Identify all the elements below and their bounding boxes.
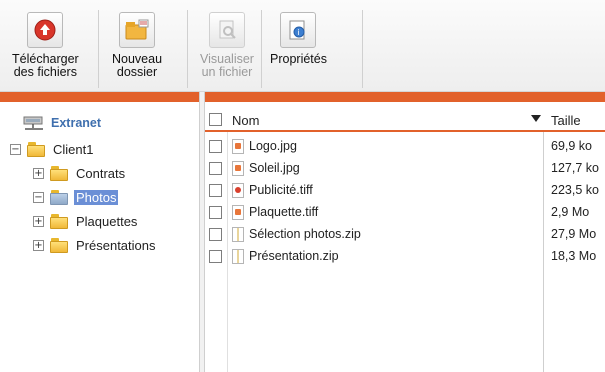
table-row[interactable]: Plaquette.tiff 2,9 Mo [205, 202, 605, 224]
select-all-checkbox[interactable] [209, 113, 222, 126]
file-size: 18,3 Mo [551, 249, 597, 263]
file-name: Soleil.jpg [249, 161, 300, 175]
tree-item-photos[interactable]: − Photos [33, 190, 119, 205]
image-file-icon [232, 161, 244, 176]
table-row[interactable]: Logo.jpg 69,9 ko [205, 136, 605, 158]
properties-button[interactable]: i Propriétés [270, 12, 327, 66]
row-checkbox[interactable] [209, 250, 222, 263]
view-file-button[interactable]: Visualiser un fichier [200, 12, 254, 79]
tree-root-extranet[interactable]: Extranet [22, 114, 101, 132]
tree-item-plaquettes[interactable]: + Plaquettes [33, 214, 139, 229]
network-icon [23, 116, 43, 130]
accent-bar [0, 92, 605, 102]
file-list: Nom Taille Logo.jpg 69,9 ko Soleil.jpg 1… [205, 102, 605, 372]
tree-item-client1[interactable]: − Client1 [10, 142, 95, 157]
file-name: Plaquette.tiff [249, 205, 319, 219]
toolbar-separator [187, 10, 188, 88]
file-name: Logo.jpg [249, 139, 297, 153]
upload-icon [27, 12, 64, 48]
expand-toggle[interactable]: + [33, 216, 44, 227]
file-size: 223,5 ko [551, 183, 599, 197]
collapse-toggle[interactable]: − [10, 144, 21, 155]
folder-icon [50, 238, 68, 253]
table-row[interactable]: Présentation.zip 18,3 Mo [205, 246, 605, 268]
tree-root-label: Extranet [51, 116, 102, 130]
folder-tree: Extranet − Client1 + Contrats − Photos +… [0, 102, 200, 372]
row-checkbox[interactable] [209, 228, 222, 241]
file-size: 127,7 ko [551, 161, 599, 175]
new-folder-label: Nouveau dossier [112, 52, 163, 79]
table-row[interactable]: Soleil.jpg 127,7 ko [205, 158, 605, 180]
sort-descending-icon[interactable] [531, 115, 541, 122]
properties-label: Propriétés [270, 52, 327, 66]
zip-file-icon [232, 249, 244, 264]
zip-file-icon [232, 227, 244, 242]
upload-files-label: Télécharger des fichiers [12, 52, 79, 79]
column-header-name[interactable]: Nom [232, 113, 259, 128]
toolbar-separator [98, 10, 99, 88]
toolbar-separator [261, 10, 262, 88]
expand-toggle[interactable]: + [33, 168, 44, 179]
new-folder-icon [119, 12, 156, 48]
file-size: 69,9 ko [551, 139, 593, 153]
tree-item-label: Présentations [76, 238, 156, 253]
upload-files-button[interactable]: Télécharger des fichiers [12, 12, 79, 79]
row-checkbox[interactable] [209, 140, 222, 153]
tree-item-label: Plaquettes [76, 214, 138, 229]
tree-item-contrats[interactable]: + Contrats [33, 166, 127, 181]
new-folder-button[interactable]: Nouveau dossier [112, 12, 162, 79]
svg-text:i: i [298, 28, 300, 37]
open-folder-icon [50, 190, 68, 205]
row-checkbox[interactable] [209, 206, 222, 219]
view-file-label: Visualiser un fichier [200, 52, 254, 79]
tiff-file-icon [232, 183, 244, 198]
tree-item-label: Client1 [53, 142, 94, 157]
tiff-file-icon [232, 205, 244, 220]
file-size: 27,9 Mo [551, 227, 597, 241]
row-checkbox[interactable] [209, 184, 222, 197]
folder-icon [27, 142, 45, 157]
view-file-icon [208, 12, 245, 48]
table-row[interactable]: Sélection photos.zip 27,9 Mo [205, 224, 605, 246]
tree-item-label: Photos [74, 190, 119, 205]
row-checkbox[interactable] [209, 162, 222, 175]
file-name: Publicité.tiff [249, 183, 313, 197]
folder-icon [50, 166, 68, 181]
folder-icon [50, 214, 68, 229]
file-name: Sélection photos.zip [249, 227, 361, 241]
toolbar: Télécharger des fichiers Nouveau dossier… [0, 0, 605, 92]
properties-icon: i [280, 12, 317, 48]
file-size: 2,9 Mo [551, 205, 590, 219]
tree-item-presentations[interactable]: + Présentations [33, 238, 158, 253]
toolbar-separator [362, 10, 363, 88]
image-file-icon [232, 139, 244, 154]
column-header-size[interactable]: Taille [551, 113, 581, 128]
list-header: Nom Taille [205, 108, 605, 132]
collapse-toggle[interactable]: − [33, 192, 44, 203]
file-name: Présentation.zip [249, 249, 339, 263]
table-row[interactable]: Publicité.tiff 223,5 ko [205, 180, 605, 202]
expand-toggle[interactable]: + [33, 240, 44, 251]
tree-item-label: Contrats [76, 166, 126, 181]
